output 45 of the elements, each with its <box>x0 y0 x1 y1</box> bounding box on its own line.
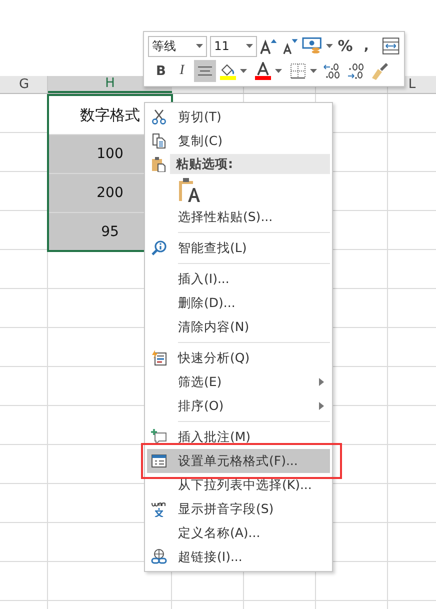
menu-item[interactable]: 超链接(I)... <box>147 545 330 569</box>
increase-decimal-icon[interactable] <box>323 62 341 80</box>
menu-item[interactable]: 快速分析(Q) <box>147 346 330 370</box>
magnifier-info-icon <box>151 240 167 256</box>
hyperlink-icon <box>151 549 167 565</box>
menu-item[interactable]: 清除内容(N) <box>147 315 330 339</box>
menu-item[interactable]: 排序(O) <box>147 394 330 418</box>
copy-icon <box>151 133 167 149</box>
clipboard-icon <box>151 156 167 172</box>
dropdown-caret-icon[interactable] <box>326 44 334 48</box>
paste-option-button[interactable] <box>178 177 202 203</box>
comma-style-button[interactable]: , <box>357 35 376 57</box>
fill-color-icon[interactable] <box>219 62 237 80</box>
italic-button[interactable]: I <box>173 60 191 82</box>
dropdown-caret-icon[interactable] <box>246 44 254 48</box>
percent-style-button[interactable]: % <box>336 35 354 57</box>
font-name-field[interactable]: 等线 <box>148 36 208 56</box>
menu-item[interactable]: 插入(I)... <box>147 267 330 291</box>
menu-item[interactable]: 删除(D)... <box>147 291 330 315</box>
column-header[interactable]: G <box>0 76 48 93</box>
menu-item[interactable]: 筛选(E) <box>147 370 330 394</box>
decrease-font-size-icon[interactable] <box>281 37 299 55</box>
center-align-button[interactable] <box>194 60 216 82</box>
menu-item[interactable]: 从下拉列表中选择(K)... <box>147 473 330 497</box>
menu-item[interactable]: 插入批注(M) <box>147 425 330 449</box>
increase-font-size-icon[interactable] <box>260 37 278 55</box>
dropdown-caret-icon[interactable] <box>310 69 317 73</box>
dropdown-caret-icon[interactable] <box>196 44 204 48</box>
font-color-icon[interactable] <box>254 62 272 80</box>
dropdown-caret-icon[interactable] <box>275 69 282 73</box>
paste-options-header: 粘贴选项: <box>170 154 330 174</box>
comment-icon <box>151 429 167 445</box>
pinyin-icon <box>151 501 167 517</box>
decrease-decimal-icon[interactable] <box>347 62 365 80</box>
format-cells-icon <box>151 453 167 469</box>
menu-item[interactable]: 显示拼音字段(S) <box>147 497 330 521</box>
borders-icon[interactable] <box>289 62 307 80</box>
table-format-icon[interactable] <box>382 37 400 55</box>
number-format-icon[interactable] <box>302 37 324 55</box>
format-painter-icon[interactable] <box>371 62 389 80</box>
menu-item[interactable]: 定义名称(A)... <box>147 521 330 545</box>
font-size-field[interactable]: 11 <box>210 36 258 56</box>
quick-analysis-icon <box>151 350 167 366</box>
dropdown-caret-icon[interactable] <box>240 69 247 73</box>
scissors-icon <box>151 109 167 125</box>
